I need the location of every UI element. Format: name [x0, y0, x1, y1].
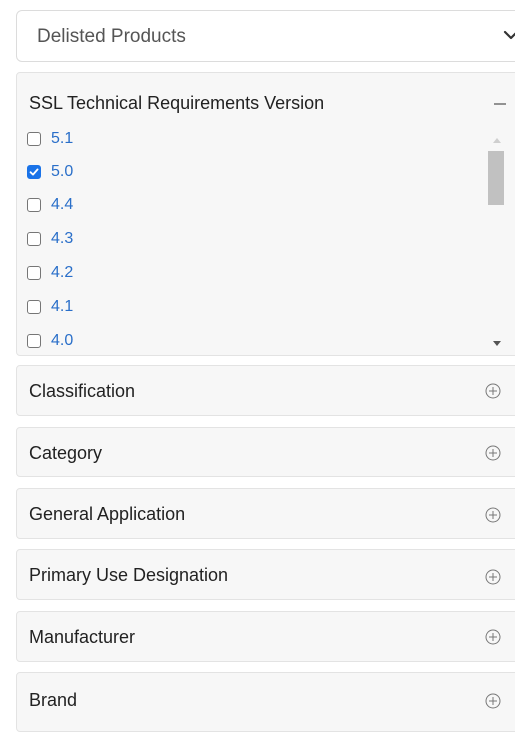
version-list: 5.1 5.0 4.4 4.3 4.2 4.1 4.0	[25, 127, 481, 359]
list-scrollbar[interactable]	[483, 123, 511, 353]
checkbox[interactable]	[27, 132, 41, 146]
select-value: Delisted Products	[37, 26, 186, 47]
scroll-up-arrow-icon[interactable]	[492, 131, 502, 149]
version-option[interactable]: 4.4	[27, 193, 73, 217]
filter-category[interactable]: Category	[16, 427, 515, 477]
checkbox[interactable]	[27, 165, 41, 179]
version-option[interactable]: 4.0	[27, 329, 73, 353]
filter-primary-use-designation[interactable]: Primary Use Designation	[16, 549, 515, 600]
version-label[interactable]: 4.2	[51, 264, 73, 282]
filter-classification[interactable]: Classification	[16, 365, 515, 416]
version-option[interactable]: 4.3	[27, 227, 73, 251]
plus-circle-icon[interactable]	[484, 628, 502, 646]
filter-title: Classification	[29, 381, 136, 401]
version-label[interactable]: 4.3	[51, 230, 73, 248]
filter-title: Brand	[29, 690, 78, 710]
filter-brand[interactable]: Brand	[16, 672, 515, 732]
version-option[interactable]: 4.2	[27, 261, 73, 285]
ssl-version-title[interactable]: SSL Technical Requirements Version	[29, 93, 324, 114]
minus-icon[interactable]	[491, 95, 509, 113]
version-label[interactable]: 5.0	[51, 163, 73, 181]
version-label[interactable]: 4.0	[51, 332, 73, 350]
filter-title: General Application	[29, 504, 186, 524]
filter-title: Category	[29, 443, 103, 463]
version-label[interactable]: 5.1	[51, 130, 73, 148]
chevron-down-icon[interactable]	[501, 25, 515, 45]
version-label[interactable]: 4.4	[51, 196, 73, 214]
checkbox[interactable]	[27, 266, 41, 280]
version-label[interactable]: 4.1	[51, 298, 73, 316]
ssl-version-panel: SSL Technical Requirements Version 5.1 5…	[16, 72, 515, 356]
plus-circle-icon[interactable]	[484, 506, 502, 524]
version-option[interactable]: 5.0	[27, 160, 73, 184]
version-option[interactable]: 4.1	[27, 295, 73, 319]
version-option[interactable]: 5.1	[27, 127, 73, 151]
scroll-down-arrow-icon[interactable]	[492, 335, 502, 353]
checkbox[interactable]	[27, 300, 41, 314]
checkbox[interactable]	[27, 198, 41, 212]
filter-title: Primary Use Designation	[29, 565, 229, 585]
filter-general-application[interactable]: General Application	[16, 488, 515, 539]
plus-circle-icon[interactable]	[484, 568, 502, 586]
scroll-thumb[interactable]	[488, 151, 504, 205]
plus-circle-icon[interactable]	[484, 382, 502, 400]
plus-circle-icon[interactable]	[484, 692, 502, 710]
checkbox[interactable]	[27, 334, 41, 348]
checkbox[interactable]	[27, 232, 41, 246]
filter-title: Manufacturer	[29, 627, 136, 647]
filter-manufacturer[interactable]: Manufacturer	[16, 611, 515, 662]
plus-circle-icon[interactable]	[484, 444, 502, 462]
product-status-select[interactable]: Delisted Products	[16, 10, 515, 62]
